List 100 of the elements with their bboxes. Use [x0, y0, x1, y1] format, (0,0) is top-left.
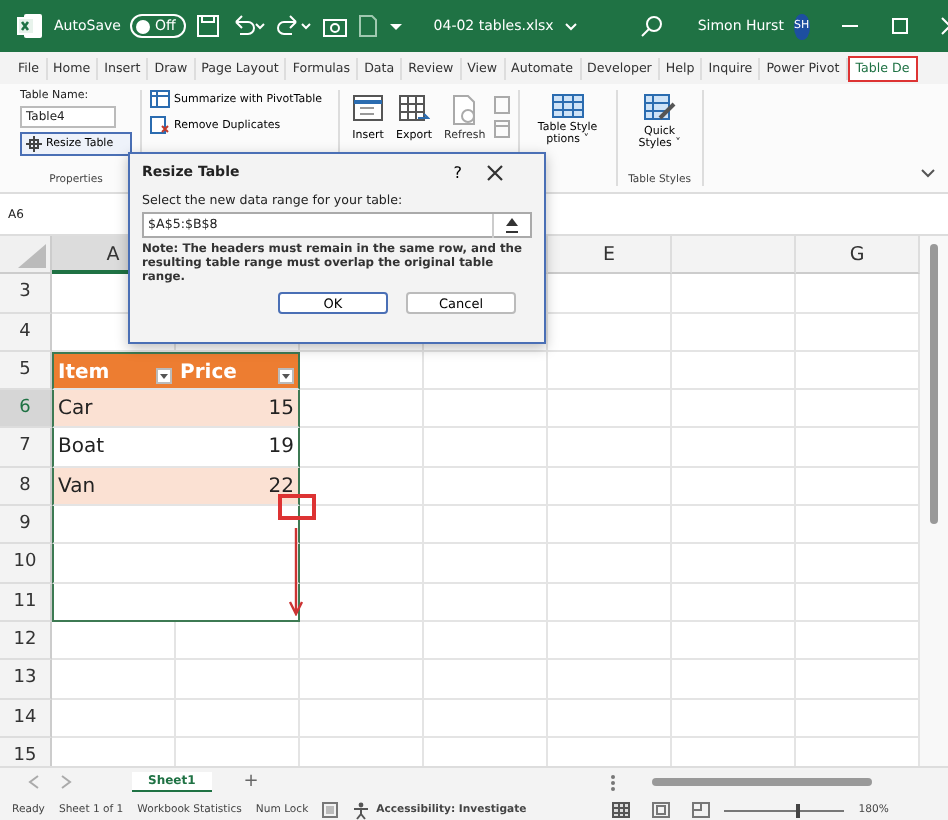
row-header[interactable]: 14: [0, 699, 52, 738]
grid-cell[interactable]: [548, 621, 672, 661]
camera-icon[interactable]: [321, 14, 348, 38]
save-icon[interactable]: [195, 14, 220, 38]
table-cell[interactable]: 15: [176, 390, 300, 429]
table-cell[interactable]: Van: [52, 467, 176, 507]
previous-sheet-icon[interactable]: [28, 774, 40, 790]
close-icon[interactable]: [486, 163, 504, 181]
filter-dropdown-icon[interactable]: [156, 368, 172, 385]
row-header[interactable]: 4: [0, 313, 52, 352]
grid-cell[interactable]: [300, 621, 424, 661]
grid-cell[interactable]: [300, 660, 424, 700]
undo-icon[interactable]: [229, 14, 266, 38]
column-header[interactable]: G: [796, 236, 920, 275]
grid-cell[interactable]: [424, 467, 548, 507]
table-cell[interactable]: [176, 544, 300, 584]
grid-cell[interactable]: [548, 506, 672, 545]
properties-icon[interactable]: [493, 96, 510, 114]
dropdown-icon[interactable]: [387, 18, 404, 34]
page-layout-icon[interactable]: [652, 802, 671, 818]
grid-cell[interactable]: [548, 544, 672, 584]
grid-cell[interactable]: [672, 506, 796, 545]
row-header[interactable]: 7: [0, 428, 52, 468]
grid-cell[interactable]: [424, 506, 548, 545]
grid-cell[interactable]: [672, 583, 796, 622]
row-header[interactable]: 8: [0, 467, 52, 507]
grid-cell[interactable]: [672, 428, 796, 468]
macro-icon[interactable]: [322, 802, 339, 818]
row-header[interactable]: 3: [0, 274, 52, 314]
grid-cell[interactable]: [672, 660, 796, 700]
collapse-ribbon-icon[interactable]: [920, 168, 936, 180]
row-header[interactable]: 13: [0, 660, 52, 700]
table-cell[interactable]: Car: [52, 390, 176, 429]
column-header[interactable]: [672, 236, 796, 275]
maximize-icon[interactable]: [889, 16, 910, 36]
table-cell[interactable]: [52, 583, 176, 622]
grid-cell[interactable]: [548, 351, 672, 391]
row-header[interactable]: 15: [0, 737, 52, 766]
grid-cell[interactable]: [52, 621, 176, 661]
grid-cell[interactable]: [300, 351, 424, 391]
grid-cell[interactable]: [300, 699, 424, 738]
browser-icon[interactable]: [493, 120, 510, 138]
grid-cell[interactable]: [52, 699, 176, 738]
next-sheet-icon[interactable]: [60, 774, 72, 790]
grid-cell[interactable]: [548, 660, 672, 700]
grid-cell[interactable]: [424, 428, 548, 468]
grid-cell[interactable]: [300, 467, 424, 507]
grid-cell[interactable]: [300, 390, 424, 429]
row-header[interactable]: 10: [0, 544, 52, 584]
excel-logo-icon[interactable]: [16, 12, 44, 40]
select-all-button[interactable]: [0, 236, 52, 275]
grid-cell[interactable]: [424, 390, 548, 429]
grid-cell[interactable]: [672, 390, 796, 429]
help-button[interactable]: ?: [429, 163, 486, 181]
table-cell[interactable]: 22: [176, 467, 300, 507]
vertical-scrollbar[interactable]: [920, 236, 948, 766]
grid-cell[interactable]: [672, 351, 796, 391]
grid-cell[interactable]: [548, 428, 672, 468]
grid-cell[interactable]: [672, 313, 796, 352]
grid-cell[interactable]: [300, 506, 424, 545]
row-header[interactable]: 11: [0, 583, 52, 622]
search-icon[interactable]: [639, 14, 664, 38]
grid-cell[interactable]: [300, 583, 424, 622]
select-all-icon[interactable]: [18, 244, 46, 269]
normal-view-icon[interactable]: [612, 802, 631, 818]
filter-dropdown-icon[interactable]: [278, 368, 294, 385]
chevron-down-icon[interactable]: [563, 21, 578, 31]
grid-cell[interactable]: [548, 467, 672, 507]
grid-cell[interactable]: [424, 351, 548, 391]
grid-cell[interactable]: [52, 660, 176, 700]
grid-cell[interactable]: [176, 621, 300, 661]
row-header[interactable]: 12: [0, 621, 52, 661]
grid-cell[interactable]: [424, 660, 548, 700]
grid-cell[interactable]: [672, 621, 796, 661]
grid-cell[interactable]: [176, 660, 300, 700]
grid-cell[interactable]: [672, 274, 796, 314]
more-icon[interactable]: [610, 773, 617, 791]
row-header[interactable]: 9: [0, 506, 52, 545]
grid-cell[interactable]: [424, 583, 548, 622]
grid-cell[interactable]: [176, 699, 300, 738]
grid-cell[interactable]: [548, 583, 672, 622]
grid-cell[interactable]: [548, 699, 672, 738]
page-break-icon[interactable]: [692, 802, 711, 818]
grid-cell[interactable]: [424, 621, 548, 661]
grid-cell[interactable]: [300, 544, 424, 584]
table-cell[interactable]: [176, 583, 300, 622]
grid-cell[interactable]: [300, 428, 424, 468]
redo-icon[interactable]: [275, 14, 312, 38]
add-sheet-button[interactable]: +: [231, 772, 271, 792]
grid-cell[interactable]: [672, 544, 796, 584]
grid-cell[interactable]: [548, 390, 672, 429]
table-cell[interactable]: [176, 506, 300, 545]
grid-cell[interactable]: [672, 699, 796, 738]
grid-cell[interactable]: [548, 274, 672, 314]
row-header[interactable]: 5: [0, 351, 52, 391]
grid-cell[interactable]: [548, 313, 672, 352]
grid-cell[interactable]: [424, 544, 548, 584]
column-header[interactable]: E: [548, 236, 672, 275]
document-icon[interactable]: [357, 14, 378, 38]
row-header[interactable]: 6: [0, 390, 52, 429]
